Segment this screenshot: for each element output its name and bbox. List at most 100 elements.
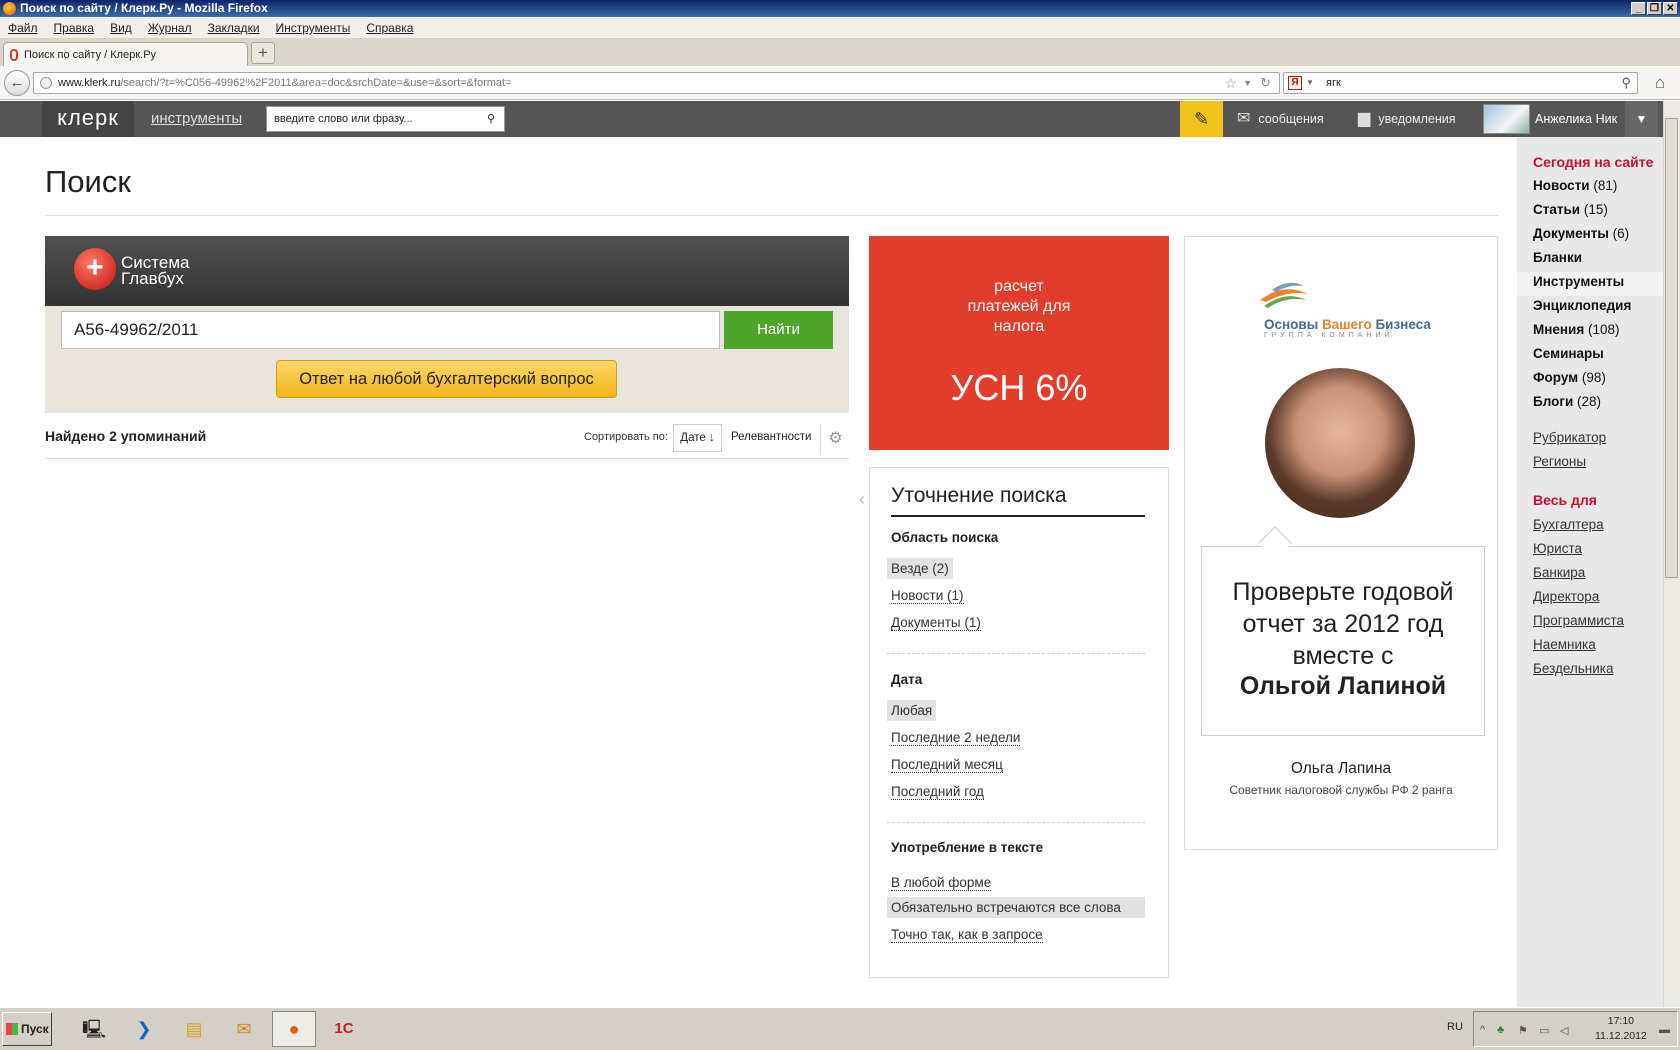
folder-icon[interactable]: ▤ — [172, 1011, 216, 1047]
divider — [45, 458, 849, 459]
start-label: Пуск — [21, 1022, 49, 1036]
back-button[interactable]: ← — [4, 70, 30, 96]
sidebar-role-idler[interactable]: Бездельника — [1533, 661, 1614, 676]
sidebar-item-encyclopedia[interactable]: Энциклопедия — [1533, 298, 1631, 313]
clock[interactable]: 17:10 11.12.2012 — [1595, 1014, 1647, 1044]
sidebar-link-regions[interactable]: Регионы — [1533, 454, 1586, 469]
sort-by-relevance-link[interactable]: Релевантности — [731, 431, 811, 443]
filter-date-month[interactable]: Последний месяц — [887, 754, 1007, 775]
chevron-up-icon[interactable]: ^ — [1480, 1024, 1485, 1036]
filter-label: Обязательно встречаются все слова — [891, 900, 1121, 915]
sidebar-item-label: Энциклопедия — [1533, 298, 1632, 313]
close-button[interactable]: ✕ — [1663, 2, 1678, 15]
sidebar-item-seminars[interactable]: Семинары — [1533, 346, 1604, 361]
notifications-link[interactable]: ▆ уведомления — [1358, 101, 1455, 137]
menu-file[interactable]: Файл — [0, 17, 46, 39]
menu-edit[interactable]: Правка — [46, 17, 103, 39]
query-input[interactable]: А56-49962/2011 — [61, 311, 720, 349]
sidebar-role-mercenary[interactable]: Наемника — [1533, 637, 1596, 652]
sidebar-item-forms[interactable]: Бланки — [1533, 250, 1582, 265]
klerk-favicon-icon — [10, 49, 18, 61]
browser-search-input[interactable]: Я ▼ ягк ⚲ — [1283, 72, 1638, 94]
filter-label: Последний год — [891, 784, 984, 800]
speech-bubble-icon: ▆ — [1358, 110, 1371, 127]
pencil-icon[interactable]: ✎ — [1180, 101, 1223, 137]
chevron-down-icon[interactable]: ▼ — [1306, 73, 1314, 93]
filter-date-any[interactable]: Любая — [887, 700, 937, 721]
sidebar-item-documents[interactable]: Документы (6) — [1533, 226, 1629, 241]
search-icon[interactable]: ⚲ — [487, 107, 495, 131]
volume-icon[interactable]: ◁ — [1560, 1024, 1568, 1037]
filter-date-2-weeks[interactable]: Последние 2 недели — [887, 727, 1024, 748]
menu-bookmarks[interactable]: Закладки — [200, 17, 268, 39]
filter-label: В любой форме — [891, 875, 992, 891]
notifications-label: уведомления — [1378, 112, 1456, 126]
filter-usage-any-form[interactable]: В любой форме — [887, 872, 995, 893]
search-icon[interactable]: ⚲ — [1621, 73, 1631, 93]
avatar[interactable] — [1483, 104, 1530, 134]
user-name[interactable]: Анжелика Ник — [1535, 101, 1617, 137]
show-desktop-icon[interactable]: ▬ — [1659, 1024, 1670, 1036]
flag-icon[interactable]: ⚑ — [1518, 1024, 1528, 1037]
filter-area-everywhere[interactable]: Везде (2) — [887, 558, 953, 579]
network-status-icon[interactable]: ♣ — [1497, 1024, 1504, 1036]
chevron-down-icon[interactable]: ▼ — [1243, 73, 1252, 93]
home-icon[interactable]: ⌂ — [1648, 72, 1672, 94]
site-logo[interactable]: клерк — [42, 101, 134, 137]
scrollbar-thumb[interactable] — [1665, 118, 1678, 578]
reload-icon[interactable]: ↻ — [1260, 73, 1271, 93]
start-button[interactable]: Пуск — [2, 1012, 52, 1046]
filter-area-news[interactable]: Новости (1) — [887, 585, 968, 606]
usn-calculator-banner[interactable] — [869, 236, 1169, 450]
messages-link[interactable]: ✉ сообщения — [1237, 101, 1324, 137]
restore-button[interactable]: ❐ — [1647, 2, 1662, 15]
menu-history[interactable]: Журнал — [140, 17, 200, 39]
sidebar-item-blogs[interactable]: Блоги (28) — [1533, 394, 1601, 409]
new-tab-button[interactable]: + — [251, 42, 275, 64]
star-icon[interactable]: ☆ — [1224, 73, 1237, 93]
filter-label: Новости (1) — [891, 588, 964, 604]
sidebar-role-programmer[interactable]: Программиста — [1533, 613, 1624, 628]
sidebar-item-news[interactable]: Новости (81) — [1533, 178, 1617, 193]
tools-link[interactable]: инструменты — [151, 101, 242, 137]
language-indicator[interactable]: RU — [1447, 1021, 1463, 1033]
outlook-icon[interactable]: ✉ — [222, 1011, 266, 1047]
sidebar-item-label: Инструменты — [1533, 274, 1625, 289]
gear-icon[interactable]: ⚙ — [820, 424, 850, 454]
ask-question-button[interactable]: Ответ на любой бухгалтерский вопрос — [276, 360, 617, 398]
sidebar-item-forum[interactable]: Форум (98) — [1533, 370, 1606, 385]
sort-by-date-button[interactable]: Дате ↓ — [673, 424, 722, 452]
1c-icon[interactable]: 1С — [322, 1011, 366, 1047]
firefox-icon[interactable]: ● — [272, 1011, 316, 1047]
find-button[interactable]: Найти — [724, 311, 833, 349]
filter-usage-all-words[interactable]: Обязательно встречаются все слова — [887, 897, 1145, 918]
minimize-button[interactable]: _ — [1631, 2, 1646, 15]
sidebar-link-rubricator[interactable]: Рубрикатор — [1533, 430, 1606, 445]
menu-view[interactable]: Вид — [102, 17, 140, 39]
yandex-icon[interactable]: Я — [1288, 76, 1302, 90]
sidebar-item-opinions[interactable]: Мнения (108) — [1533, 322, 1620, 337]
filter-area-documents[interactable]: Документы (1) — [887, 612, 985, 633]
sidebar-role-accountant[interactable]: Бухгалтера — [1533, 517, 1604, 532]
chevron-left-icon[interactable]: ‹ — [859, 489, 865, 510]
filter-date-year[interactable]: Последний год — [887, 781, 988, 802]
menu-tools[interactable]: Инструменты — [268, 17, 359, 39]
sidebar-role-director[interactable]: Директора — [1533, 589, 1599, 604]
filter-usage-exact[interactable]: Точно так, как в запросе — [887, 924, 1047, 945]
usn-banner-caption: расчет платежей для налога — [967, 278, 1071, 335]
computer-icon[interactable]: 🖳 — [72, 1011, 116, 1047]
sidebar-role-lawyer[interactable]: Юриста — [1533, 541, 1582, 556]
sidebar-role-banker[interactable]: Банкира — [1533, 565, 1585, 580]
sidebar-item-tools[interactable]: Инструменты — [1533, 274, 1624, 289]
user-menu-chevron-down-icon[interactable]: ▼ — [1625, 101, 1658, 137]
address-bar[interactable]: www.klerk.ru/search/?t=%C056-49962%2F201… — [33, 72, 1280, 94]
site-search-input[interactable]: введите слово или фразу... ⚲ — [266, 106, 505, 132]
display-icon[interactable]: ▭ — [1539, 1024, 1549, 1037]
sidebar-item-label: Мнения — [1533, 322, 1585, 337]
sidebar-item-count: (28) — [1577, 394, 1602, 409]
tab-search[interactable]: Поиск по сайту / Клерк.Ру — [3, 42, 248, 67]
sidebar-item-articles[interactable]: Статьи (15) — [1533, 202, 1608, 217]
powershell-icon[interactable]: ❯ — [122, 1011, 166, 1047]
sidebar-item-label: Документы — [1533, 226, 1609, 241]
menu-help[interactable]: Справка — [358, 17, 421, 39]
